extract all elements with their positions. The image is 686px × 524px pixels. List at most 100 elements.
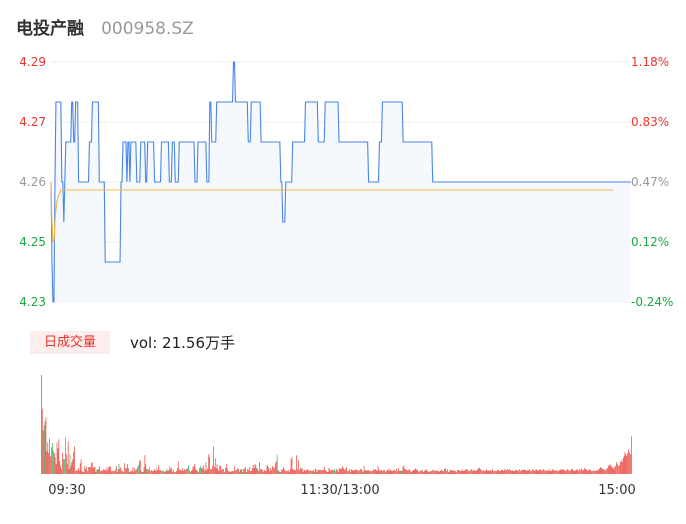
volume-bar <box>65 437 66 474</box>
volume-bar <box>385 472 386 474</box>
volume-bar <box>435 471 436 474</box>
volume-bar <box>510 471 512 474</box>
volume-bar <box>605 470 606 474</box>
volume-bar <box>139 460 141 474</box>
volume-bar <box>51 447 52 474</box>
volume-bar <box>197 471 198 474</box>
volume-bar <box>550 471 552 474</box>
volume-bar <box>521 470 522 474</box>
volume-bar <box>101 470 102 474</box>
volume-bar <box>270 468 272 474</box>
volume-bar <box>107 470 109 474</box>
volume-bar <box>503 471 505 474</box>
volume-bar <box>559 470 561 474</box>
volume-bar <box>80 459 82 474</box>
volume-bar <box>520 471 521 474</box>
volume-bar <box>255 465 257 474</box>
volume-bar <box>583 468 585 474</box>
volume-bar <box>191 470 193 474</box>
volume-bar <box>552 469 554 474</box>
volume-bar <box>73 452 75 474</box>
volume-bar <box>297 469 298 474</box>
volume-bar <box>625 454 627 474</box>
volume-bar <box>219 465 221 474</box>
volume-bar <box>472 471 473 474</box>
volume-bar <box>126 468 127 474</box>
volume-bar <box>281 469 283 474</box>
volume-bar <box>379 471 381 474</box>
volume-bar <box>611 467 613 474</box>
volume-bar <box>272 466 273 474</box>
volume-bar <box>390 470 392 474</box>
volume-bar <box>377 466 379 474</box>
volume-bar <box>479 468 481 474</box>
volume-bar <box>155 471 157 474</box>
volume-bar <box>135 470 136 474</box>
volume-bar <box>556 470 557 474</box>
volume-bar <box>437 471 439 474</box>
volume-bar <box>141 472 143 474</box>
volume-bar <box>325 471 327 474</box>
volume-bar <box>486 470 488 474</box>
volume-bar <box>516 470 518 474</box>
volume-bar <box>220 466 222 474</box>
volume-bar <box>231 471 233 474</box>
volume-bar <box>82 472 84 474</box>
volume-bar <box>511 470 513 474</box>
volume-bar <box>70 466 72 474</box>
volume-bar <box>58 439 60 474</box>
volume-bar <box>555 471 556 474</box>
volume-bar <box>225 464 227 474</box>
volume-bar <box>323 470 324 474</box>
volume-bar <box>108 467 110 474</box>
volume-bar <box>566 470 567 474</box>
volume-bar <box>593 470 594 474</box>
volume-bar <box>545 470 547 474</box>
volume-bar <box>489 471 491 474</box>
daily-volume-badge[interactable]: 日成交量 <box>30 331 110 354</box>
volume-bar <box>616 462 617 474</box>
volume-bar <box>102 469 104 474</box>
volume-bar <box>458 470 459 474</box>
volume-bar <box>523 469 525 474</box>
volume-bar <box>608 465 610 474</box>
volume-bar <box>198 472 199 474</box>
volume-bar <box>476 470 478 474</box>
volume-bar <box>240 469 242 474</box>
volume-bar <box>340 469 342 474</box>
volume-bar <box>412 470 414 474</box>
volume-bar <box>333 470 334 474</box>
volume-bar <box>327 472 329 474</box>
volume-bar <box>590 470 592 474</box>
volume-bar <box>361 471 363 474</box>
volume-bar <box>429 472 431 474</box>
volume-bar <box>132 467 134 474</box>
volume-bar <box>246 472 247 474</box>
volume-bar <box>472 469 474 474</box>
y-left-tick: 4.29 <box>19 55 46 69</box>
volume-bar <box>309 471 310 474</box>
volume-bar <box>88 467 89 474</box>
volume-bar <box>284 469 285 474</box>
volume-bar <box>385 471 387 474</box>
volume-bar <box>47 442 49 474</box>
volume-bar <box>582 470 584 474</box>
volume-bar <box>481 470 482 474</box>
volume-bar <box>250 471 251 474</box>
volume-bar <box>380 470 382 474</box>
volume-bar <box>419 471 420 474</box>
x-tick-label: 11:30/13:00 <box>300 483 379 498</box>
volume-bar <box>151 470 152 474</box>
volume-bar <box>349 472 351 474</box>
volume-bar <box>578 471 580 474</box>
volume-bar <box>127 468 129 474</box>
volume-bar <box>484 471 486 474</box>
volume-bar <box>256 468 258 474</box>
volume-bar <box>140 471 142 474</box>
volume-bar <box>109 466 111 474</box>
volume-bar <box>283 467 284 474</box>
volume-bar <box>89 467 90 474</box>
volume-bar <box>613 469 615 474</box>
volume-bar <box>117 469 119 474</box>
volume-bar <box>67 441 69 474</box>
